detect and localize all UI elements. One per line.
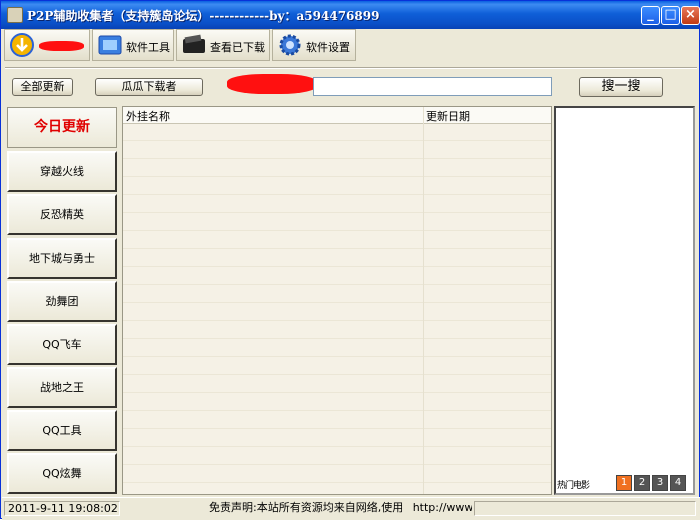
downloader-button[interactable]: 瓜瓜下载者 (95, 78, 203, 96)
page-button-2[interactable]: 2 (634, 475, 650, 491)
category-item[interactable]: 地下城与勇士 (7, 238, 117, 279)
page-button-4[interactable]: 4 (670, 475, 686, 491)
column-header-name[interactable]: 外挂名称 (126, 108, 170, 124)
software-settings-button[interactable]: 软件设置 (272, 29, 356, 61)
status-disclaimer: 免责声明:本站所有资源均来自网络,使用 (209, 501, 404, 514)
status-empty-cell (474, 501, 696, 516)
download-arrow-icon (10, 33, 34, 57)
status-bar: 2011-9-11 19:08:02 免责声明:本站所有资源均来自网络,使用 h… (2, 497, 700, 520)
view-downloaded-label: 查看已下载 (210, 41, 265, 54)
table-header: 外挂名称 更新日期 (123, 107, 551, 124)
category-today-updates[interactable]: 今日更新 (7, 107, 117, 148)
software-tools-label: 软件工具 (126, 41, 170, 54)
window-title: P2P辅助收集者（支持簇岛论坛）------------by：a59447689… (27, 9, 380, 23)
category-sidebar: 今日更新 穿越火线 反恐精英 地下城与勇士 劲舞团 QQ飞车 战地之王 QQ工具… (5, 105, 120, 495)
status-message: 免责声明:本站所有资源均来自网络,使用 http://www.02t.cn (122, 501, 472, 516)
category-item[interactable]: QQ飞车 (7, 324, 117, 365)
search-button[interactable]: 搜一搜 (579, 77, 663, 97)
status-url[interactable]: http://www.02t.cn (413, 501, 472, 514)
gear-icon (279, 34, 301, 56)
update-all-button[interactable]: 全部更新 (12, 78, 73, 96)
page-button-3[interactable]: 3 (652, 475, 668, 491)
software-settings-label: 软件设置 (306, 41, 350, 54)
redaction-mark (39, 41, 84, 51)
download-tool[interactable] (4, 29, 90, 61)
category-item[interactable]: 战地之王 (7, 367, 117, 408)
table-grid (123, 123, 551, 494)
toolbar: 软件工具 查看已下载 软件设置 (2, 29, 700, 63)
search-input[interactable] (313, 77, 552, 96)
view-downloaded-button[interactable]: 查看已下载 (176, 29, 270, 61)
category-item[interactable]: 穿越火线 (7, 151, 117, 192)
category-item[interactable]: 劲舞团 (7, 281, 117, 322)
cheat-list-table[interactable]: 外挂名称 更新日期 (122, 106, 552, 495)
category-item[interactable]: 反恐精英 (7, 194, 117, 235)
status-datetime: 2011-9-11 19:08:02 (4, 501, 120, 516)
toolbar-separator (5, 67, 697, 69)
software-tools-button[interactable]: 软件工具 (92, 29, 174, 61)
category-item[interactable]: QQ炫舞 (7, 453, 117, 494)
page-button-1[interactable]: 1 (616, 475, 632, 491)
column-header-date[interactable]: 更新日期 (426, 108, 470, 124)
title-bar[interactable]: P2P辅助收集者（支持簇岛论坛）------------by：a59447689… (1, 1, 700, 29)
movie-panel: 热门电影 1 2 3 4 (554, 106, 695, 495)
maximize-button[interactable]: □ (661, 6, 680, 25)
app-icon (7, 7, 23, 23)
close-button[interactable]: × (681, 6, 700, 25)
minimize-button[interactable]: _ (641, 6, 660, 25)
category-item[interactable]: QQ工具 (7, 410, 117, 451)
column-divider (423, 107, 424, 494)
redaction-mark (227, 74, 317, 94)
tools-card-icon (98, 35, 122, 55)
wallet-icon (183, 34, 205, 53)
hot-movies-label: 热门电影 (557, 481, 590, 491)
app-window: P2P辅助收集者（支持簇岛论坛）------------by：a59447689… (0, 0, 700, 520)
